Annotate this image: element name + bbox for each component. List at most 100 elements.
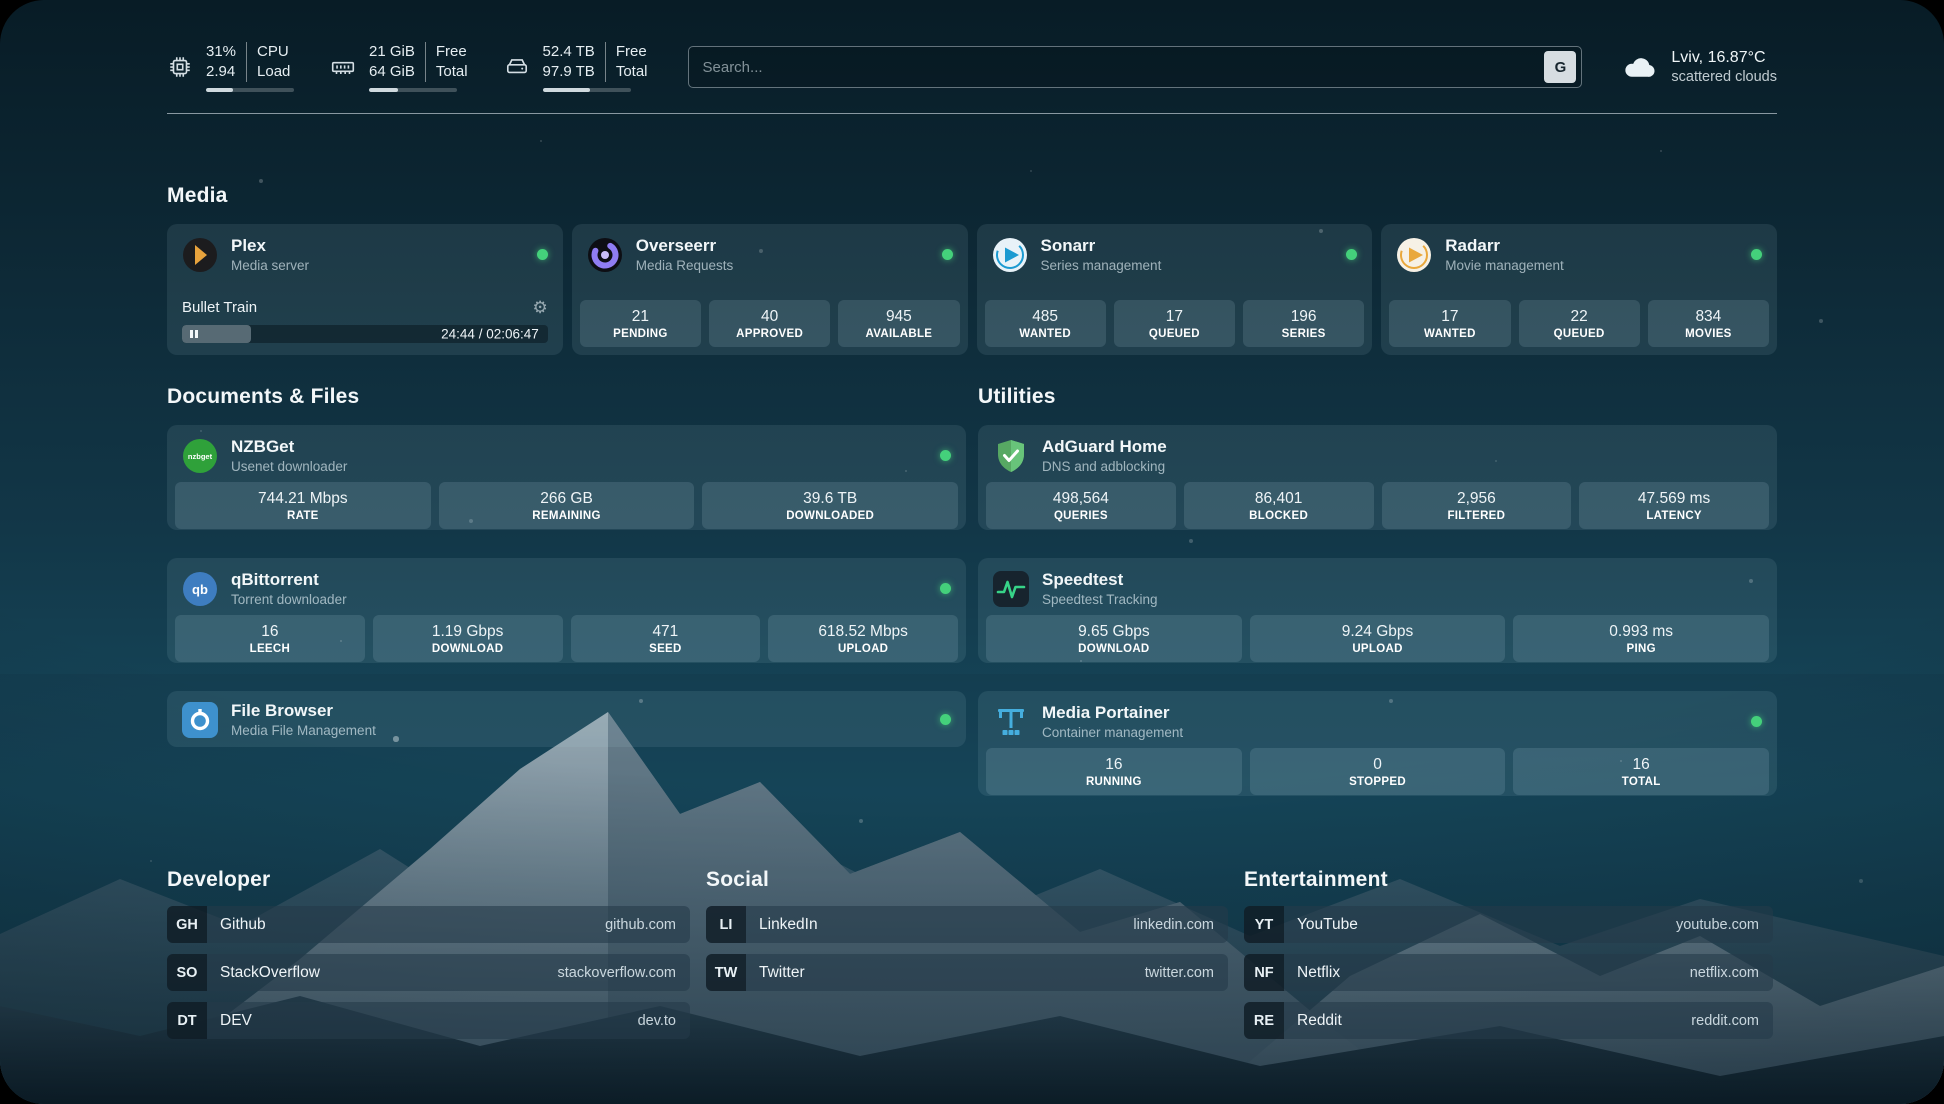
stat-box: 266 GBREMAINING [439,482,695,529]
overseerr-icon [587,237,623,273]
bookmark-url: stackoverflow.com [558,965,676,981]
stat-box: 47.569 msLATENCY [1579,482,1769,529]
stat-box: 22QUEUED [1519,300,1640,347]
app-subtitle: Usenet downloader [231,459,347,474]
section-utilities: Utilities AdGu [978,385,1777,796]
search-provider-button[interactable]: G [1544,51,1576,83]
top-bar: 31% 2.94 CPU Load [167,34,1777,100]
bookmark-abbr: GH [167,906,207,943]
bookmark-name: Twitter [759,964,805,982]
radarr-icon [1396,237,1432,273]
now-playing-title: Bullet Train [182,299,257,316]
app-card-sonarr[interactable]: Sonarr Series management 485WANTED 17QUE… [977,224,1373,355]
cpu-icon [167,54,193,80]
qbittorrent-icon: qb [182,571,218,607]
status-online-dot [940,714,951,725]
stat-box: 0STOPPED [1250,748,1506,795]
bookmark-url: youtube.com [1676,917,1759,933]
cpu-widget: 31% 2.94 CPU Load [167,42,294,92]
storage-total-label: Total [616,62,648,82]
bookmark-stackoverflow[interactable]: SO StackOverflow stackoverflow.com [167,954,690,991]
bookmark-abbr: DT [167,1002,207,1039]
stat-box: 834MOVIES [1648,300,1769,347]
app-name: NZBGet [231,437,347,457]
app-card-portainer[interactable]: Media Portainer Container management 16R… [978,691,1777,796]
section-title-entertainment: Entertainment [1244,868,1773,892]
app-card-filebrowser[interactable]: File Browser Media File Management [167,691,966,747]
section-title-social: Social [706,868,1228,892]
bookmark-reddit[interactable]: RE Reddit reddit.com [1244,1002,1773,1039]
search-bar: G [688,46,1583,88]
bookmark-url: twitter.com [1145,965,1214,981]
bookmark-netflix[interactable]: NF Netflix netflix.com [1244,954,1773,991]
bookmark-github[interactable]: GH Github github.com [167,906,690,943]
storage-total-value: 97.9 TB [543,62,595,82]
stat-box: 9.65 GbpsDOWNLOAD [986,615,1242,662]
app-card-adguard[interactable]: AdGuard Home DNS and adblocking 498,564Q… [978,425,1777,530]
stat-box: 618.52 MbpsUPLOAD [768,615,958,662]
stat-box: 16TOTAL [1513,748,1769,795]
bookmark-url: reddit.com [1691,1013,1759,1029]
svg-text:nzbget: nzbget [188,452,213,461]
status-online-dot [940,583,951,594]
weather-location: Lviv, 16.87°C [1671,49,1777,67]
app-subtitle: Speedtest Tracking [1042,592,1158,607]
bookmark-name: Github [220,916,266,934]
bookmark-name: StackOverflow [220,964,320,982]
stat-box: 2,956FILTERED [1382,482,1572,529]
cpu-label: CPU [257,42,290,62]
storage-free-label: Free [616,42,648,62]
storage-widget: 52.4 TB 97.9 TB Free Total [504,42,648,92]
app-card-plex[interactable]: Plex Media server Bullet Train ⚙ [167,224,563,355]
weather-widget: Lviv, 16.87°C scattered clouds [1622,49,1777,85]
bookmark-name: LinkedIn [759,916,818,934]
section-title-developer: Developer [167,868,690,892]
memory-free-value: 21 GiB [369,42,415,62]
stat-box: 9.24 GbpsUPLOAD [1250,615,1506,662]
app-card-qbittorrent[interactable]: qb qBittorrent Torrent downloader [167,558,966,663]
bookmark-abbr: RE [1244,1002,1284,1039]
section-media: Media Plex Media server [167,184,1777,355]
bookmark-name: YouTube [1297,916,1358,934]
stat-box: 17WANTED [1389,300,1510,347]
app-name: Media Portainer [1042,703,1183,723]
stat-box: 16LEECH [175,615,365,662]
app-subtitle: DNS and adblocking [1042,459,1167,474]
memory-total-value: 64 GiB [369,62,415,82]
cloud-icon [1622,50,1658,85]
app-card-nzbget[interactable]: nzbget NZBGet Usenet downloader 74 [167,425,966,530]
bookmark-url: linkedin.com [1133,917,1214,933]
bookmark-abbr: LI [706,906,746,943]
gear-icon[interactable]: ⚙ [533,299,548,316]
app-subtitle: Series management [1041,258,1162,273]
bookmark-dev[interactable]: DT DEV dev.to [167,1002,690,1039]
app-subtitle: Media File Management [231,723,376,738]
storage-progress-bar [543,88,631,92]
app-name: AdGuard Home [1042,437,1167,457]
app-card-speedtest[interactable]: Speedtest Speedtest Tracking 9.65 GbpsDO… [978,558,1777,663]
search-input[interactable] [689,47,1545,87]
playback-progress-bar[interactable]: 24:44 / 02:06:47 [182,325,548,343]
stat-box: 196SERIES [1243,300,1364,347]
portainer-icon [993,704,1029,740]
cpu-load-label: Load [257,62,290,82]
app-subtitle: Torrent downloader [231,592,347,607]
app-card-overseerr[interactable]: Overseerr Media Requests 21PENDING 40APP… [572,224,968,355]
bookmark-twitter[interactable]: TW Twitter twitter.com [706,954,1228,991]
bookmark-name: Reddit [1297,1012,1342,1030]
plex-icon [182,237,218,273]
memory-free-label: Free [436,42,468,62]
bookmark-linkedin[interactable]: LI LinkedIn linkedin.com [706,906,1228,943]
app-card-radarr[interactable]: Radarr Movie management 17WANTED 22QUEUE… [1381,224,1777,355]
bookmark-abbr: YT [1244,906,1284,943]
header-divider [167,113,1777,114]
stat-box: 40APPROVED [709,300,830,347]
memory-widget: 21 GiB 64 GiB Free Total [330,42,468,92]
bookmark-youtube[interactable]: YT YouTube youtube.com [1244,906,1773,943]
stat-box: 485WANTED [985,300,1106,347]
nzbget-icon: nzbget [182,438,218,474]
stat-box: 16RUNNING [986,748,1242,795]
section-title-utilities: Utilities [978,385,1777,409]
app-name: Speedtest [1042,570,1158,590]
app-subtitle: Media server [231,258,309,273]
